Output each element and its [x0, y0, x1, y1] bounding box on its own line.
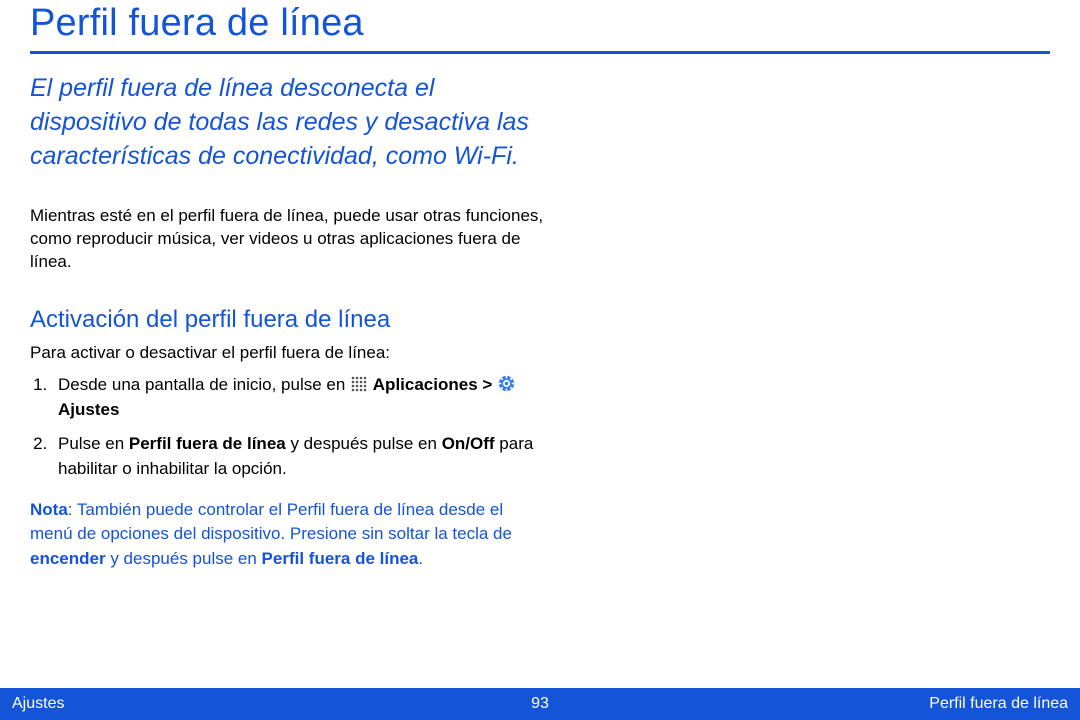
footer-page-number: 93: [531, 695, 549, 713]
settings-gear-icon: [498, 375, 515, 392]
apps-label: Aplicaciones: [373, 375, 478, 394]
step2-a: Pulse en: [58, 434, 129, 453]
note-d: Perfil fuera de línea: [262, 549, 419, 568]
note-block: Nota: También puede controlar el Perfil …: [30, 498, 550, 572]
body-para-1: Mientras esté en el perfil fuera de líne…: [30, 205, 550, 274]
note-a: : También puede controlar el Perfil fuer…: [30, 500, 512, 544]
note-e: .: [418, 549, 423, 568]
footer-right: Perfil fuera de línea: [549, 695, 1068, 713]
step1-prefix: Desde una pantalla de inicio, pulse en: [58, 375, 350, 394]
list-item: Desde una pantalla de inicio, pulse en A…: [52, 373, 550, 422]
note-label: Nota: [30, 500, 68, 519]
step2-b: Perfil fuera de línea: [129, 434, 286, 453]
title-rule: [30, 51, 1050, 54]
apps-grid-icon: [351, 376, 367, 392]
section-lead: Para activar o desactivar el perfil fuer…: [30, 342, 550, 365]
footer-left: Ajustes: [12, 695, 531, 713]
settings-label: Ajustes: [58, 400, 119, 419]
intro-text: El perfil fuera de línea desconecta el d…: [30, 72, 530, 173]
section-title: Activación del perfil fuera de línea: [30, 306, 1050, 334]
page-title: Perfil fuera de línea: [30, 2, 1050, 51]
list-item: Pulse en Perfil fuera de línea y después…: [52, 432, 550, 481]
step2-d: On/Off: [442, 434, 495, 453]
step-list: Desde una pantalla de inicio, pulse en A…: [30, 373, 550, 482]
gt-sep: >: [482, 375, 497, 394]
page-footer: Ajustes 93 Perfil fuera de línea: [0, 688, 1080, 720]
note-b: encender: [30, 549, 106, 568]
step2-c: y después pulse en: [286, 434, 442, 453]
note-c: y después pulse en: [106, 549, 262, 568]
